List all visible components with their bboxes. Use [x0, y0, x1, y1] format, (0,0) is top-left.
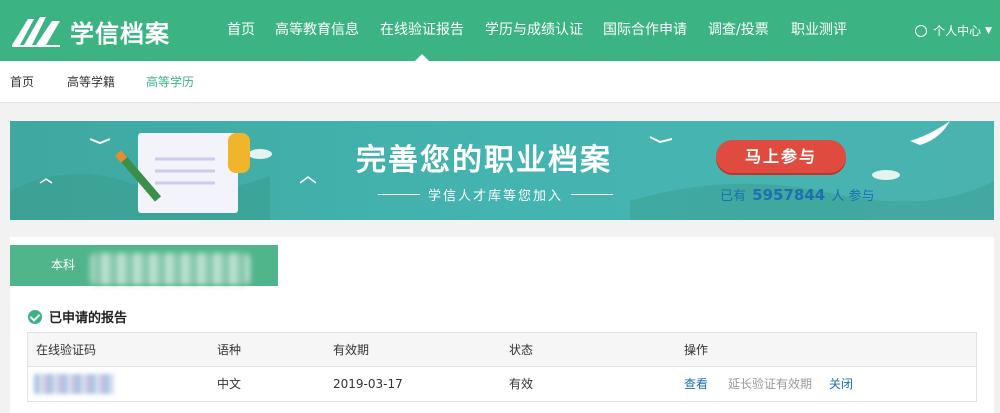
- logo[interactable]: 学信档案: [10, 12, 170, 50]
- column-header-expiry: 有效期: [333, 343, 370, 357]
- user-circle-icon: [915, 24, 928, 37]
- table-row: 中文 2019-03-17 有效 查看 延长验证有效期 关闭: [28, 367, 976, 401]
- subnav-item-enrollment[interactable]: 高等学籍: [67, 61, 115, 103]
- top-nav: 学信档案 首页 高等教育信息 在线验证报告 学历与成绩认证 国际合作申请 调查/…: [0, 0, 1000, 61]
- reports-table: 在线验证码 语种 有效期 状态 操作 中文 2019-03-17 有效 查看 延…: [27, 332, 977, 402]
- subnav-item-home[interactable]: 首页: [10, 61, 34, 103]
- banner-subtitle: 学信人才库等您加入: [370, 185, 621, 204]
- career-profile-banner[interactable]: 完善您的职业档案 学信人才库等您加入 马上参与 已有 5957844 人 参与: [10, 121, 994, 220]
- check-circle-icon: [28, 309, 42, 324]
- banner-title: 完善您的职业档案: [356, 143, 612, 178]
- book-logo-icon: [12, 17, 60, 47]
- table-header: 在线验证码 语种 有效期 状态 操作: [28, 333, 976, 367]
- nav-item-career-test[interactable]: 职业测评: [791, 0, 847, 61]
- degree-tab-label: 本科: [51, 258, 76, 272]
- sub-nav: 首页 高等学籍 高等学历: [0, 61, 1000, 103]
- chevron-down-icon: ▼: [985, 25, 992, 36]
- participant-count-number: 5957844: [752, 186, 826, 204]
- view-report-link[interactable]: 查看: [684, 367, 708, 401]
- nav-item-online-verification[interactable]: 在线验证报告: [380, 0, 464, 61]
- row-language: 中文: [217, 377, 242, 391]
- column-header-actions: 操作: [684, 343, 709, 357]
- nav-item-international[interactable]: 国际合作申请: [603, 0, 687, 61]
- column-header-code: 在线验证码: [36, 343, 97, 357]
- participant-count-suffix: 人 参与: [831, 189, 875, 204]
- redacted-school-name: [90, 253, 250, 285]
- row-status: 有效: [509, 377, 534, 391]
- user-center-label: 个人中心: [933, 23, 982, 38]
- brand-name: 学信档案: [70, 19, 170, 48]
- row-expiry: 2019-03-17: [333, 377, 403, 391]
- banner-subtitle-text: 学信人才库等您加入: [428, 189, 564, 204]
- participant-count: 已有 5957844 人 参与: [720, 185, 875, 204]
- divider: [378, 194, 420, 195]
- close-report-link[interactable]: 关闭: [829, 367, 853, 401]
- column-header-status: 状态: [509, 343, 534, 357]
- nav-item-certification[interactable]: 学历与成绩认证: [485, 0, 583, 61]
- nav-item-survey[interactable]: 调查/投票: [708, 0, 769, 61]
- section-title: 已申请的报告: [28, 307, 127, 326]
- column-header-language: 语种: [217, 343, 242, 357]
- nav-item-home[interactable]: 首页: [227, 0, 255, 61]
- divider: [571, 194, 614, 195]
- nav-item-higher-education[interactable]: 高等教育信息: [275, 0, 359, 61]
- join-now-button[interactable]: 马上参与: [716, 140, 846, 173]
- report-card: 本科 已申请的报告 在线验证码 语种 有效期 状态 操作 中文 2019-03-…: [10, 237, 994, 413]
- user-center-menu[interactable]: 个人中心 ▼: [915, 0, 992, 61]
- section-title-text: 已申请的报告: [49, 311, 128, 326]
- degree-tab[interactable]: 本科: [10, 245, 278, 286]
- subnav-item-degree[interactable]: 高等学历: [146, 61, 194, 103]
- participant-count-prefix: 已有: [720, 189, 747, 204]
- extend-validity-link[interactable]: 延长验证有效期: [728, 367, 812, 401]
- redacted-verification-code: [34, 374, 114, 394]
